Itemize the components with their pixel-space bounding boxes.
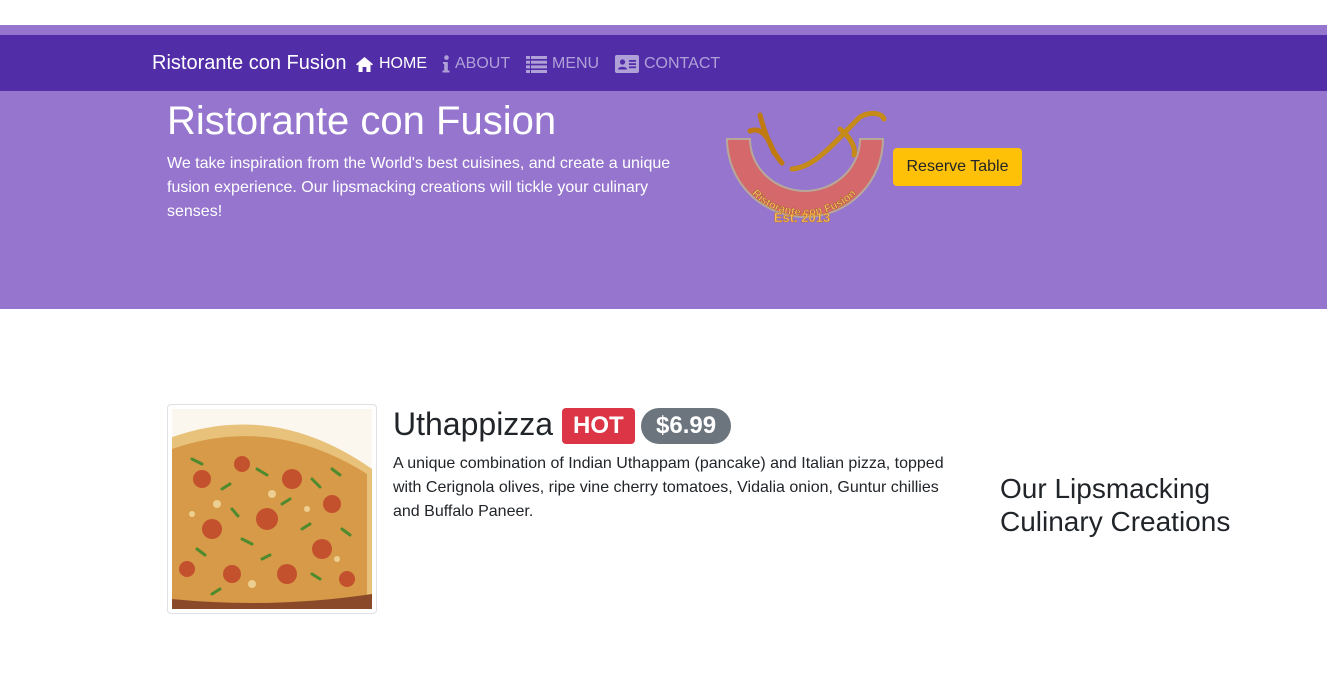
- dish-image: [167, 404, 377, 614]
- jumbotron-text: We take inspiration from the World's bes…: [167, 155, 671, 220]
- hot-badge: HOT: [562, 408, 635, 444]
- list-icon: [526, 55, 547, 73]
- nav-item-home[interactable]: HOME: [355, 53, 427, 75]
- price-badge: $6.99: [641, 408, 732, 444]
- address-card-icon: [615, 55, 639, 73]
- info-icon: [442, 55, 450, 73]
- restaurant-logo: Ristorante con Fusion Est. 2013: [725, 110, 887, 225]
- side-heading: Our Lipsmacking Culinary Creations: [1000, 473, 1231, 537]
- nav-item-menu[interactable]: MENU: [526, 53, 599, 75]
- reserve-table-button[interactable]: Reserve Table: [893, 148, 1022, 186]
- pizza-image: [167, 409, 372, 609]
- nav-label-contact: CONTACT: [644, 55, 721, 72]
- nav-label-menu: MENU: [552, 55, 600, 72]
- nav-label-about: ABOUT: [455, 55, 511, 72]
- home-icon: [356, 56, 373, 72]
- nav-item-contact[interactable]: CONTACT: [615, 53, 720, 75]
- svg-text:Est. 2013: Est. 2013: [774, 210, 830, 225]
- dish-description: A unique combination of Indian Uthappam …: [393, 455, 944, 520]
- navbar: Ristorante con Fusion HOME ABOUT MENU CO…: [0, 35, 1327, 91]
- jumbotron: Ristorante con Fusion We take inspiratio…: [0, 91, 1327, 309]
- jumbotron-title: Ristorante con Fusion: [167, 99, 557, 143]
- dish-name: Uthappizza: [393, 406, 554, 442]
- nav-label-home: HOME: [379, 55, 427, 72]
- top-accent-strip: [0, 25, 1327, 35]
- nav-item-about[interactable]: ABOUT: [442, 53, 510, 75]
- navbar-brand[interactable]: Ristorante con Fusion: [152, 52, 347, 75]
